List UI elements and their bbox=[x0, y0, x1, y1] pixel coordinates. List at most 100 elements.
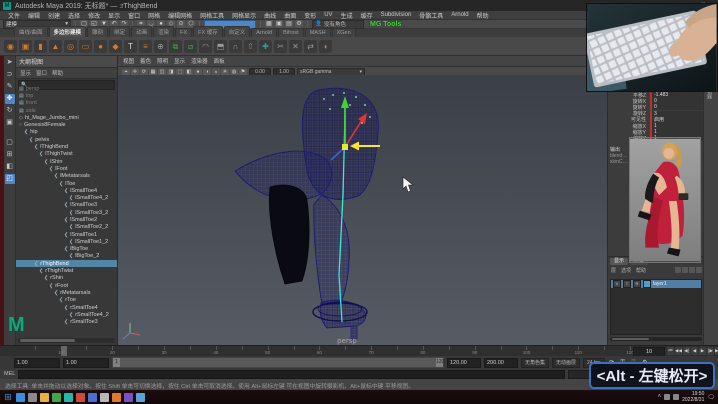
layout-icon[interactable]: ◧ bbox=[5, 162, 15, 172]
shelf-tab[interactable]: XGen bbox=[332, 28, 356, 37]
tree-row[interactable]: ◇ hi_Mage_Jumbo_mini bbox=[16, 114, 117, 121]
tree-row[interactable]: ❮ lShin bbox=[16, 158, 117, 165]
shelf-icon[interactable]: ∩ bbox=[229, 40, 242, 53]
taskbar-app-icon[interactable] bbox=[28, 393, 37, 402]
taskbar-app-icon[interactable] bbox=[64, 393, 73, 402]
taskbar-app-icon[interactable] bbox=[124, 393, 133, 402]
panel-menu-item[interactable]: 视图 bbox=[123, 57, 134, 65]
panel-menu-item[interactable]: 照明 bbox=[157, 57, 168, 65]
step-back-key-button[interactable]: ◀◀ bbox=[675, 347, 682, 355]
start-button[interactable]: ⊞ bbox=[3, 392, 13, 402]
playback-end-field[interactable]: 120.00 bbox=[447, 358, 481, 368]
layout-icon[interactable]: ⊞ bbox=[5, 150, 15, 160]
network-icon[interactable] bbox=[664, 394, 670, 400]
menu-item[interactable]: 缓存 bbox=[357, 11, 377, 20]
tree-row[interactable]: ▤ front bbox=[16, 100, 117, 107]
tree-row[interactable]: ❮ lSmallToe4 bbox=[16, 187, 117, 194]
menu-item[interactable]: 生成 bbox=[337, 11, 357, 20]
shelf-tab[interactable]: FX 缓存 bbox=[193, 26, 223, 37]
shelf-tab[interactable]: MASH bbox=[305, 28, 331, 37]
menu-item[interactable]: 编辑网格 bbox=[164, 11, 196, 20]
tree-row[interactable]: ❮ lSmallToe3_2 bbox=[16, 209, 117, 216]
new-layer-selected-icon[interactable] bbox=[689, 267, 695, 273]
notification-icon[interactable]: 🗨 bbox=[707, 394, 715, 401]
panel-menu-item[interactable]: 着色 bbox=[140, 57, 151, 65]
tree-row[interactable]: ❮ lToe bbox=[16, 180, 117, 187]
character-set-selector[interactable]: 无角色集 bbox=[521, 358, 549, 368]
shelf-tab[interactable]: Bifrost bbox=[278, 28, 304, 37]
tree-row[interactable]: ❮ lSmallToe4_2 bbox=[16, 194, 117, 201]
outliner-scrollbar[interactable] bbox=[18, 338, 115, 343]
tray-expand-icon[interactable]: ˄ bbox=[658, 394, 662, 400]
menu-item[interactable]: 曲面 bbox=[280, 11, 300, 20]
range-min-handle[interactable]: 1 bbox=[113, 358, 120, 367]
layer-list-scrollbar[interactable] bbox=[610, 337, 702, 341]
menu-item[interactable]: 编辑 bbox=[24, 11, 44, 20]
panel-menu-item[interactable]: 渲染器 bbox=[191, 57, 208, 65]
tree-row[interactable]: ❮ lThighBend bbox=[16, 143, 117, 150]
tree-row[interactable]: ❮ lSmallToe1_2 bbox=[16, 238, 117, 245]
shelf-icon[interactable]: ● bbox=[94, 40, 107, 53]
tree-row[interactable]: ❮ rSmallToe3 bbox=[16, 319, 117, 326]
tool-icon[interactable]: ⊃ bbox=[5, 70, 15, 80]
taskbar-app-icon[interactable] bbox=[52, 393, 61, 402]
tree-row[interactable]: ❮ lFoot bbox=[16, 165, 117, 172]
render-icon[interactable]: ▤ bbox=[285, 20, 293, 28]
volume-icon[interactable] bbox=[673, 394, 679, 400]
panel-menu-item[interactable]: 显示 bbox=[174, 57, 185, 65]
layer-color-chip[interactable] bbox=[643, 280, 651, 288]
menu-item[interactable]: 网格显示 bbox=[228, 11, 260, 20]
panel-menu-item[interactable]: 面板 bbox=[214, 57, 225, 65]
taskbar-app-icon[interactable] bbox=[40, 393, 49, 402]
playback-start-field[interactable]: 1.00 bbox=[63, 358, 109, 368]
shelf-icon[interactable]: ◎ bbox=[64, 40, 77, 53]
animation-start-field[interactable]: 1.00 bbox=[14, 358, 60, 368]
menu-item[interactable]: 创建 bbox=[44, 11, 64, 20]
tree-row[interactable]: ❮ rFoot bbox=[16, 282, 117, 289]
shelf-icon[interactable]: ⧄ bbox=[184, 40, 197, 53]
range-slider[interactable]: 1 120 bbox=[112, 357, 444, 368]
shelf-icon[interactable]: ⇧ bbox=[244, 40, 257, 53]
tool-icon[interactable]: ✎ bbox=[5, 82, 15, 92]
shelf-icon[interactable]: ▭ bbox=[79, 40, 92, 53]
shelf-icon[interactable]: ▣ bbox=[19, 40, 32, 53]
tree-row[interactable]: ○ Genesis8Female bbox=[16, 121, 117, 128]
range-max-handle[interactable]: 120 bbox=[436, 358, 443, 367]
tree-row[interactable]: ❮ lMetatarsals bbox=[16, 173, 117, 180]
render-icon[interactable]: ▦ bbox=[265, 20, 273, 28]
tool-icon[interactable]: ➤ bbox=[5, 58, 15, 68]
tree-row[interactable]: ❮ rSmallToe4_2 bbox=[16, 311, 117, 318]
taskbar-app-icon[interactable] bbox=[136, 393, 145, 402]
menu-item[interactable]: 修改 bbox=[84, 11, 104, 20]
layer-editor-tab[interactable]: 显示 bbox=[610, 258, 628, 265]
tree-row[interactable]: ❮ rMetatarsals bbox=[16, 289, 117, 296]
shelf-tab[interactable]: 绑定 bbox=[109, 26, 130, 37]
tool-icon[interactable]: ▣ bbox=[5, 118, 15, 128]
tree-row[interactable]: ❮ lThighTwist bbox=[16, 151, 117, 158]
shelf-tab[interactable]: 自定义 bbox=[224, 26, 251, 37]
tree-row[interactable]: ❮ lSmallToe2 bbox=[16, 216, 117, 223]
render-icon[interactable]: ⚙ bbox=[295, 20, 303, 28]
play-backwards-button[interactable]: ◀ bbox=[691, 347, 698, 355]
render-icon[interactable]: ▣ bbox=[275, 20, 283, 28]
menu-item[interactable]: 曲线 bbox=[260, 11, 280, 20]
menu-item[interactable]: 窗口 bbox=[124, 11, 144, 20]
menu-item[interactable]: 网格 bbox=[144, 11, 164, 20]
tree-row[interactable]: ▤ top bbox=[16, 92, 117, 99]
menu-item[interactable]: 变形 bbox=[300, 11, 320, 20]
tree-row[interactable]: ❮ lSmallToe2_2 bbox=[16, 224, 117, 231]
channel-value[interactable]: 0 bbox=[650, 104, 704, 110]
shelf-icon[interactable]: ▮ bbox=[34, 40, 47, 53]
shelf-tab[interactable]: Arnold bbox=[251, 28, 277, 37]
channel-value[interactable]: 0 bbox=[650, 98, 704, 104]
layer-playback-toggle[interactable]: T bbox=[623, 280, 631, 288]
tree-row[interactable]: ▤ persp bbox=[16, 85, 117, 92]
taskbar-app-icon[interactable] bbox=[76, 393, 85, 402]
shelf-icon[interactable]: ≡ bbox=[139, 40, 152, 53]
taskbar-app-icon[interactable] bbox=[88, 393, 97, 402]
new-layer-icon[interactable] bbox=[682, 267, 688, 273]
new-empty-layer-icon[interactable] bbox=[675, 267, 681, 273]
perspective-viewport[interactable]: 视图着色照明显示渲染器面板 ⌖✛⟳▦◫◨⬚◧●◑◒☀◍⚑ 0.00 1.00 s… bbox=[118, 56, 607, 345]
output-node[interactable]: skinC… bbox=[610, 159, 628, 165]
step-back-frame-button[interactable]: ◀| bbox=[683, 347, 690, 355]
